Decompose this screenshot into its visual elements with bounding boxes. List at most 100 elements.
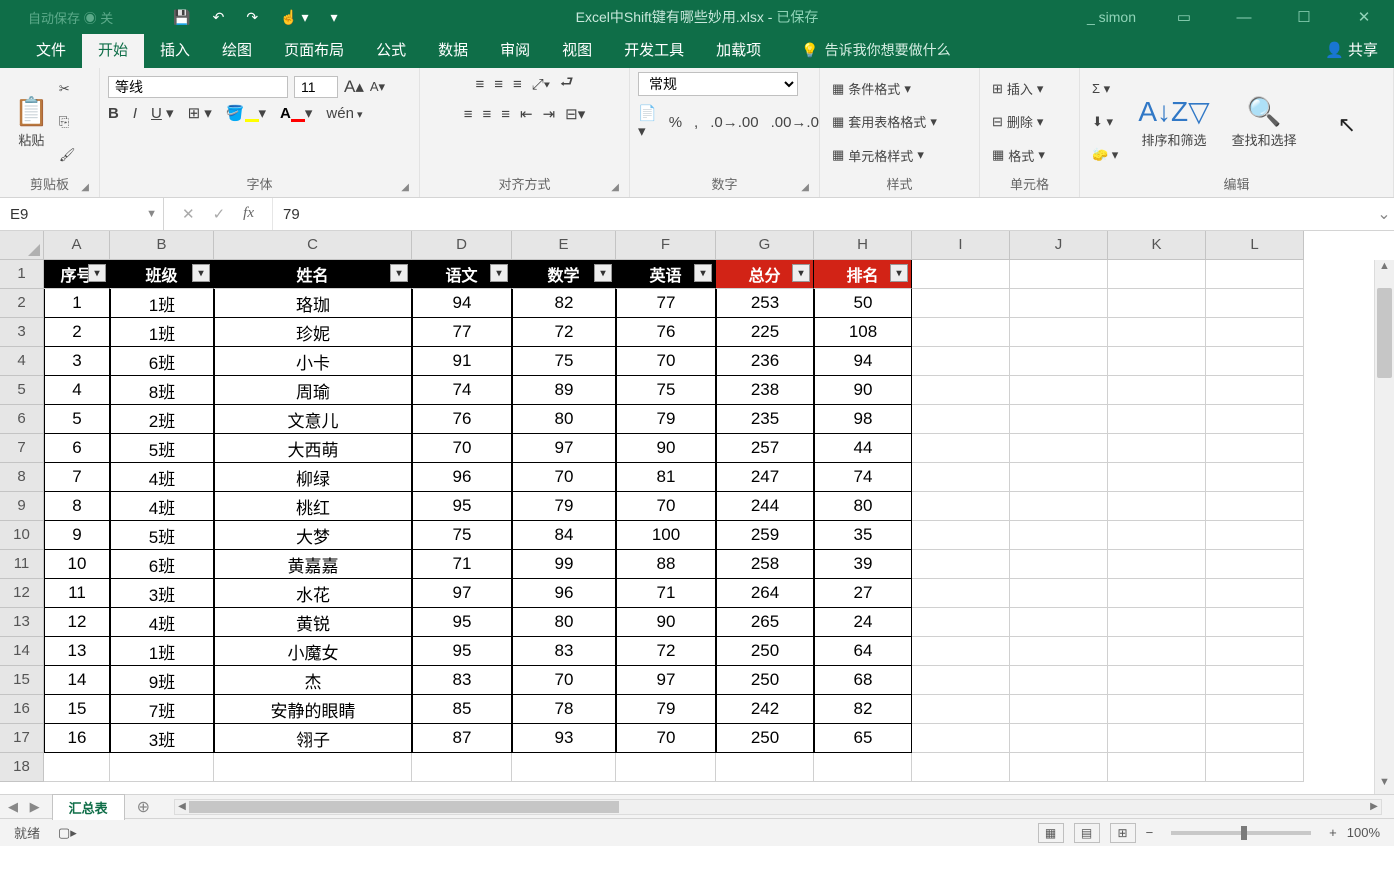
row-header[interactable]: 9 [0, 492, 44, 521]
cell[interactable]: 250 [716, 637, 814, 666]
cell[interactable]: 79 [616, 695, 716, 724]
cell[interactable]: 70 [412, 434, 512, 463]
cell[interactable]: 9班 [110, 666, 214, 695]
row-header[interactable]: 15 [0, 666, 44, 695]
page-break-view-icon[interactable]: ⊞ [1110, 823, 1136, 843]
cell[interactable]: 序号▾ [44, 260, 110, 289]
cell[interactable]: 安静的眼睛 [214, 695, 412, 724]
align-left-icon[interactable]: ≡ [464, 106, 473, 123]
col-header-D[interactable]: D [412, 231, 512, 260]
cell[interactable] [1010, 753, 1108, 782]
cell[interactable]: 4班 [110, 463, 214, 492]
underline-button[interactable]: U ▾ [151, 104, 174, 122]
sort-filter-button[interactable]: A↓Z▽排序和筛选 [1132, 91, 1215, 153]
minimize-icon[interactable]: — [1232, 9, 1256, 26]
cell[interactable]: 72 [512, 318, 616, 347]
cell[interactable] [1108, 492, 1206, 521]
cell[interactable] [1206, 608, 1304, 637]
cell[interactable]: 76 [412, 405, 512, 434]
align-bottom-icon[interactable]: ≡ [513, 76, 522, 93]
page-layout-view-icon[interactable]: ▤ [1074, 823, 1100, 843]
tab-formula[interactable]: 公式 [360, 31, 422, 68]
cell[interactable] [1010, 579, 1108, 608]
cell[interactable]: 文意儿 [214, 405, 412, 434]
cell[interactable]: 90 [616, 434, 716, 463]
cell[interactable]: 79 [512, 492, 616, 521]
cell[interactable]: 小卡 [214, 347, 412, 376]
format-cells-button[interactable]: ▦ 格式 ▾ [988, 144, 1049, 167]
col-header-K[interactable]: K [1108, 231, 1206, 260]
cell[interactable] [214, 753, 412, 782]
cell[interactable]: 95 [412, 637, 512, 666]
cell-styles-button[interactable]: ▦ 单元格样式 ▾ [828, 144, 941, 167]
row-header[interactable]: 18 [0, 753, 44, 782]
font-color-button[interactable]: A▾ [280, 104, 312, 122]
cell[interactable] [1206, 579, 1304, 608]
cell[interactable] [1010, 434, 1108, 463]
cell[interactable]: 94 [412, 289, 512, 318]
cell[interactable]: 1班 [110, 289, 214, 318]
tab-layout[interactable]: 页面布局 [268, 31, 360, 68]
cell[interactable]: 84 [512, 521, 616, 550]
column-headers[interactable]: ABCDEFGHIJKL [44, 231, 1394, 260]
italic-button[interactable]: I [133, 105, 137, 122]
tab-insert[interactable]: 插入 [144, 31, 206, 68]
row-header[interactable]: 17 [0, 724, 44, 753]
cell[interactable] [912, 376, 1010, 405]
cell[interactable] [1010, 289, 1108, 318]
cell[interactable] [1206, 666, 1304, 695]
cell[interactable] [512, 753, 616, 782]
cell[interactable]: 70 [616, 724, 716, 753]
paste-button[interactable]: 📋粘贴 [8, 91, 55, 153]
increase-indent-icon[interactable]: ⇥ [543, 105, 556, 123]
zoom-level[interactable]: 100% [1347, 825, 1380, 840]
percent-format-icon[interactable]: % [669, 114, 682, 131]
cell[interactable] [1108, 637, 1206, 666]
cell[interactable]: 79 [616, 405, 716, 434]
col-header-G[interactable]: G [716, 231, 814, 260]
cell[interactable]: 258 [716, 550, 814, 579]
cell[interactable]: 16 [44, 724, 110, 753]
cell[interactable]: 75 [512, 347, 616, 376]
close-icon[interactable]: ✕ [1352, 8, 1376, 26]
cell[interactable]: 7班 [110, 695, 214, 724]
tab-home[interactable]: 开始 [82, 31, 144, 68]
cell[interactable] [110, 753, 214, 782]
save-icon[interactable]: 💾 [173, 9, 190, 26]
redo-icon[interactable]: ↷ [246, 9, 258, 26]
cell[interactable] [1010, 695, 1108, 724]
cell[interactable] [912, 608, 1010, 637]
row-header[interactable]: 2 [0, 289, 44, 318]
insert-cells-button[interactable]: ⊞ 插入 ▾ [988, 77, 1049, 100]
account-name[interactable]: _ simon [1087, 9, 1136, 25]
row-headers[interactable]: 123456789101112131415161718 [0, 260, 44, 782]
cell[interactable] [1108, 695, 1206, 724]
cell[interactable]: 桃红 [214, 492, 412, 521]
cell[interactable]: 80 [814, 492, 912, 521]
cell[interactable] [912, 260, 1010, 289]
cell[interactable]: 姓名▾ [214, 260, 412, 289]
number-format-select[interactable]: 常规 [638, 72, 798, 96]
insert-function-icon[interactable]: fx [243, 205, 254, 223]
cell[interactable] [912, 550, 1010, 579]
table-format-button[interactable]: ▦ 套用表格格式 ▾ [828, 110, 941, 133]
cell[interactable]: 93 [512, 724, 616, 753]
cell[interactable] [1010, 405, 1108, 434]
cell[interactable] [912, 521, 1010, 550]
cell[interactable]: 13 [44, 637, 110, 666]
cancel-formula-icon[interactable]: ✕ [182, 205, 195, 223]
cell[interactable]: 2班 [110, 405, 214, 434]
cell[interactable] [1108, 260, 1206, 289]
clipboard-dialog-icon[interactable]: ◢ [81, 182, 89, 193]
cell[interactable]: 82 [512, 289, 616, 318]
cell[interactable]: 黄嘉嘉 [214, 550, 412, 579]
cell[interactable]: 3班 [110, 724, 214, 753]
cell[interactable]: 39 [814, 550, 912, 579]
cell[interactable] [616, 753, 716, 782]
cell[interactable]: 珍妮 [214, 318, 412, 347]
cell[interactable]: 91 [412, 347, 512, 376]
cell[interactable]: 76 [616, 318, 716, 347]
cell[interactable]: 97 [412, 579, 512, 608]
row-header[interactable]: 7 [0, 434, 44, 463]
cell[interactable] [1206, 492, 1304, 521]
